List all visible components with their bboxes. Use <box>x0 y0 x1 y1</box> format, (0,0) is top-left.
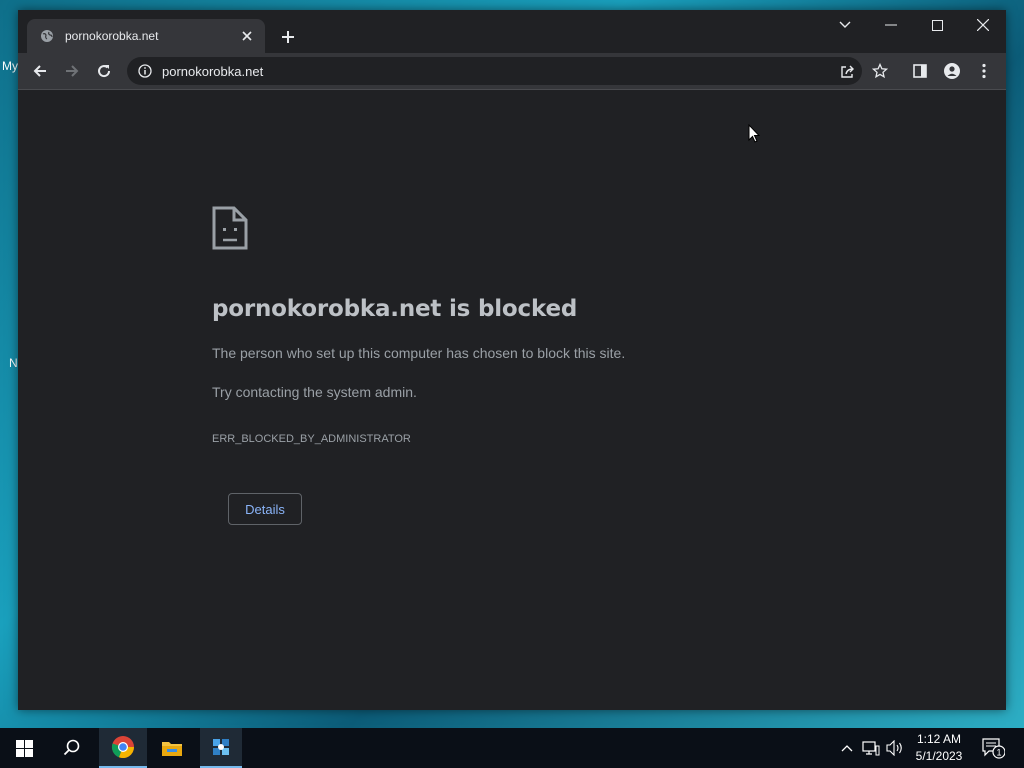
new-tab-button[interactable] <box>276 25 300 49</box>
taskbar: 1:12 AM 5/1/2023 1 <box>0 728 1024 768</box>
tab-title: pornokorobka.net <box>65 29 159 43</box>
side-panel-icon[interactable] <box>907 58 933 84</box>
desktop-icon-label-fragment: My <box>2 59 18 73</box>
volume-icon[interactable] <box>884 728 906 768</box>
error-message: The person who set up this computer has … <box>212 345 626 361</box>
error-suggestion: Try contacting the system admin. <box>212 384 417 400</box>
notification-count: 1 <box>996 748 1001 758</box>
tab-search-chevron-icon[interactable] <box>822 10 868 40</box>
tab-active[interactable]: pornokorobka.net <box>27 19 265 53</box>
maximize-icon[interactable] <box>914 10 960 40</box>
forward-arrow-icon[interactable] <box>59 58 85 84</box>
clock-time: 1:12 AM <box>916 732 962 746</box>
address-bar[interactable]: pornokorobka.net <box>127 57 862 85</box>
mouse-cursor-icon <box>748 123 761 148</box>
file-explorer-icon[interactable] <box>148 728 196 768</box>
clock-date: 5/1/2023 <box>915 749 963 763</box>
close-window-icon[interactable] <box>960 10 1006 40</box>
globe-icon <box>39 28 55 44</box>
chrome-taskbar-icon[interactable] <box>99 728 147 768</box>
more-menu-icon[interactable] <box>971 58 997 84</box>
tab-close-icon[interactable] <box>237 26 257 46</box>
error-code: ERR_BLOCKED_BY_ADMINISTRATOR <box>212 433 411 445</box>
taskbar-clock[interactable]: 1:12 AM 5/1/2023 <box>908 731 970 765</box>
notification-center-icon[interactable]: 1 <box>978 728 1008 768</box>
reload-icon[interactable] <box>91 58 117 84</box>
start-windows-icon[interactable] <box>0 728 48 768</box>
page-content: pornokorobka.net is blocked The person w… <box>18 90 1006 710</box>
bookmark-star-icon[interactable] <box>867 58 893 84</box>
details-button[interactable]: Details <box>228 493 302 525</box>
tray-chevron-up-icon[interactable] <box>838 728 856 768</box>
sad-document-icon <box>212 206 248 255</box>
minimize-icon[interactable] <box>868 10 914 40</box>
profile-avatar-icon[interactable] <box>939 58 965 84</box>
site-info-icon[interactable] <box>137 63 153 79</box>
back-arrow-icon[interactable] <box>27 58 53 84</box>
search-icon[interactable] <box>48 728 96 768</box>
network-icon[interactable] <box>860 728 882 768</box>
share-icon[interactable] <box>835 58 861 84</box>
browser-window: pornokorobka.net pornokorobka.net pornok… <box>18 10 1006 710</box>
toolbar: pornokorobka.net <box>18 53 1006 90</box>
tab-strip: pornokorobka.net <box>18 10 1006 53</box>
address-url: pornokorobka.net <box>162 63 264 79</box>
app-taskbar-icon[interactable] <box>200 728 242 768</box>
desktop-icon-label-fragment: N <box>9 356 18 370</box>
error-title: pornokorobka.net is blocked <box>212 296 578 322</box>
